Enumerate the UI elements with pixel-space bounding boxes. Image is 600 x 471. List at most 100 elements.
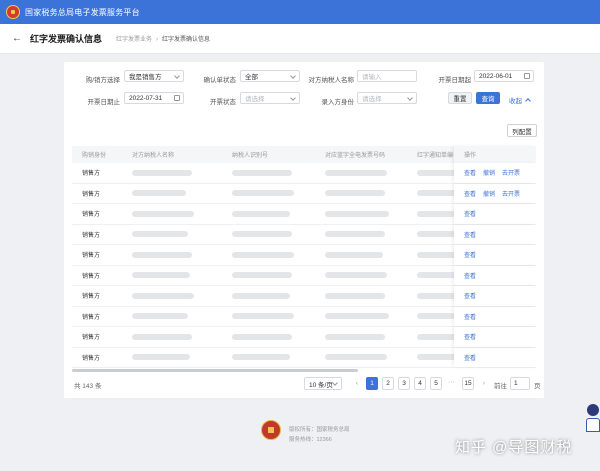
chevron-down-icon: [174, 73, 180, 79]
redacted-cell: [325, 266, 387, 286]
page-5-button[interactable]: 5: [430, 377, 442, 390]
row-operations: 查看: [454, 265, 536, 285]
breadcrumb: 红字发票业务 › 红字发票确认信息: [116, 37, 211, 43]
issue-invoice-link[interactable]: 去开票: [502, 168, 520, 177]
table-row: 销售方 查看: [72, 245, 536, 266]
row-side: 销售方: [82, 314, 101, 321]
back-arrow-icon[interactable]: ←: [12, 33, 22, 44]
page-last-button[interactable]: 15: [462, 377, 474, 390]
page-2-button[interactable]: 2: [382, 377, 394, 390]
row-operations: 查看: [454, 286, 536, 306]
date-start-input[interactable]: 2022-06-01: [474, 70, 534, 82]
assistant-avatar[interactable]: [586, 404, 600, 434]
search-button[interactable]: 查询: [476, 92, 500, 104]
redacted-cell: [417, 327, 457, 347]
confirm-status-select[interactable]: 全部: [240, 70, 300, 82]
table-row: 销售方 查看: [72, 286, 536, 307]
view-link[interactable]: 查看: [464, 353, 476, 362]
horizontal-scrollbar[interactable]: [72, 369, 358, 372]
redacted-cell: [232, 307, 294, 327]
breadcrumb-item-parent[interactable]: 红字发票业务: [116, 37, 152, 43]
footer-hotline: 服务热线：12366: [289, 437, 332, 443]
pagination: 共 143 条 10 条/页 ‹ 1 2 3 4 5 ··· 15 › 前往 1…: [64, 377, 544, 391]
view-link[interactable]: 查看: [464, 250, 476, 259]
table-row: 销售方 查看 撤销 去开票: [72, 183, 536, 204]
date-start-label: 开票日期起: [438, 77, 472, 84]
page-size-select[interactable]: 10 条/页: [304, 377, 342, 390]
redacted-cell: [232, 184, 294, 204]
entry-party-select[interactable]: 请选择: [357, 92, 417, 104]
view-link[interactable]: 查看: [464, 209, 476, 218]
row-operations: 查看: [454, 204, 536, 224]
date-end-input[interactable]: 2022-07-31: [124, 92, 184, 104]
redacted-cell: [325, 327, 385, 347]
next-page-button[interactable]: ›: [478, 377, 490, 390]
redacted-cell: [417, 245, 457, 265]
goto-label: 前往: [494, 383, 507, 390]
view-link[interactable]: 查看: [464, 312, 476, 321]
revoke-link[interactable]: 撤销: [483, 189, 495, 198]
redacted-cell: [132, 266, 190, 286]
row-side: 销售方: [82, 171, 101, 178]
view-link[interactable]: 查看: [464, 168, 476, 177]
page-title: 红字发票确认信息: [30, 34, 103, 44]
row-side: 销售方: [82, 273, 101, 280]
header-side: 购销身份: [82, 153, 107, 159]
row-operations: 查看: [454, 327, 536, 347]
redacted-cell: [325, 286, 385, 306]
goto-page-input[interactable]: 1: [510, 377, 530, 390]
reset-button[interactable]: 重置: [448, 92, 472, 104]
chevron-down-icon: [332, 380, 338, 386]
view-link[interactable]: 查看: [464, 332, 476, 341]
redacted-cell: [232, 286, 290, 306]
redacted-cell: [232, 266, 292, 286]
prev-page-button[interactable]: ‹: [351, 377, 363, 390]
view-link[interactable]: 查看: [464, 291, 476, 300]
row-operations: 查看 撤销 去开票: [454, 163, 536, 183]
row-operations: 查看: [454, 245, 536, 265]
chevron-down-icon: [290, 95, 296, 101]
page-header: ← 红字发票确认信息 红字发票业务 › 红字发票确认信息: [0, 24, 600, 54]
view-link[interactable]: 查看: [464, 230, 476, 239]
counterparty-name-input[interactable]: 请输入: [357, 70, 417, 82]
goto-unit: 页: [534, 383, 541, 390]
redacted-cell: [232, 225, 292, 245]
redacted-cell: [325, 307, 389, 327]
invoice-status-select[interactable]: 请选择: [240, 92, 300, 104]
redacted-cell: [232, 327, 292, 347]
row-operations: 查看 撤销 去开票: [454, 183, 536, 203]
header-counterparty: 对方纳税人名称: [132, 153, 175, 159]
redacted-cell: [325, 245, 383, 265]
redacted-cell: [417, 286, 459, 306]
header-operations-cell: 操作: [454, 146, 536, 163]
redacted-cell: [132, 163, 192, 183]
redacted-cell: [232, 245, 294, 265]
confirmation-table: 购销身份 对方纳税人名称 纳税人识别号 对应蓝字全电发票号码 红字通知单编号 操…: [72, 146, 536, 368]
main-card: 购/销方选择 我是销售方 确认单状态 全部 对方纳税人名称 请输入 开票日期起 …: [64, 62, 544, 398]
collapse-toggle[interactable]: 收起: [509, 95, 531, 105]
table-row: 销售方 查看: [72, 306, 536, 327]
page-1-button[interactable]: 1: [366, 377, 378, 390]
redacted-cell: [417, 163, 457, 183]
redacted-cell: [232, 204, 290, 224]
buyer-seller-select[interactable]: 我是销售方: [124, 70, 184, 82]
chevron-down-icon: [407, 95, 413, 101]
invoice-status-label: 开票状态: [210, 99, 236, 106]
view-link[interactable]: 查看: [464, 271, 476, 280]
redacted-cell: [417, 225, 459, 245]
calendar-icon: [174, 95, 180, 101]
issue-invoice-link[interactable]: 去开票: [502, 189, 520, 198]
redacted-cell: [132, 225, 188, 245]
row-side: 销售方: [82, 335, 101, 342]
revoke-link[interactable]: 撤销: [483, 168, 495, 177]
redacted-cell: [132, 348, 190, 368]
page-3-button[interactable]: 3: [398, 377, 410, 390]
redacted-cell: [132, 307, 188, 327]
pages-ellipsis[interactable]: ···: [448, 379, 455, 386]
column-settings-button[interactable]: 列配置: [507, 124, 537, 137]
redacted-cell: [132, 286, 194, 306]
row-side: 销售方: [82, 294, 101, 301]
row-side: 销售方: [82, 212, 101, 219]
view-link[interactable]: 查看: [464, 189, 476, 198]
page-4-button[interactable]: 4: [414, 377, 426, 390]
